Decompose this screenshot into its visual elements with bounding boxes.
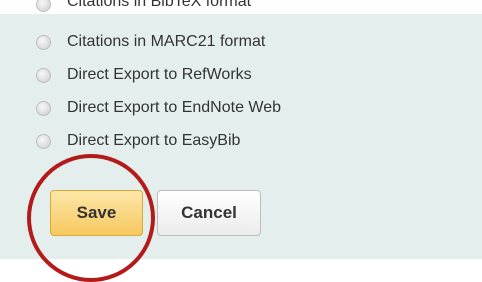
cancel-button[interactable]: Cancel (157, 190, 261, 236)
export-option-bibtex[interactable]: Citations in BibTeX format (36, 0, 252, 23)
export-options-panel: Citations in BibTeX format Citations in … (0, 0, 482, 259)
export-option-label: Direct Export to EasyBib (67, 132, 241, 149)
save-button[interactable]: Save (50, 190, 143, 236)
radio-button[interactable] (36, 67, 51, 83)
export-option-label: Citations in MARC21 format (67, 33, 266, 50)
radio-button[interactable] (36, 133, 51, 149)
export-option-label: Direct Export to EndNote Web (67, 99, 282, 116)
export-option-easybib[interactable]: Direct Export to EasyBib (36, 130, 240, 152)
export-option-label: Citations in BibTeX format (67, 0, 252, 10)
export-option-refworks[interactable]: Direct Export to RefWorks (36, 64, 252, 86)
radio-button[interactable] (36, 0, 51, 12)
export-option-marc21[interactable]: Citations in MARC21 format (36, 31, 265, 53)
radio-button[interactable] (36, 100, 51, 116)
export-option-label: Direct Export to RefWorks (67, 66, 252, 83)
radio-button[interactable] (36, 34, 51, 50)
export-option-endnote-web[interactable]: Direct Export to EndNote Web (36, 97, 281, 119)
